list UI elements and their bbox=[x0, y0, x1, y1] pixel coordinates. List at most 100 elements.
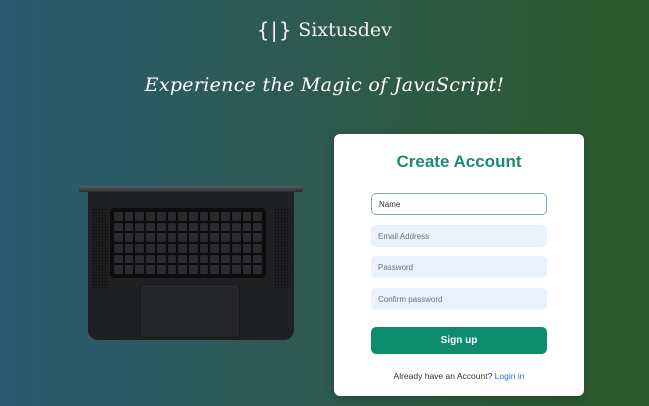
keyboard-key bbox=[189, 233, 198, 242]
keyboard-key bbox=[124, 212, 134, 221]
keyboard-key bbox=[231, 233, 241, 242]
keyboard-key bbox=[156, 212, 166, 221]
keyboard-key bbox=[189, 244, 198, 253]
keyboard-key bbox=[253, 222, 262, 232]
laptop-body bbox=[88, 192, 294, 340]
form-title: Create Account bbox=[396, 152, 522, 171]
keyboard-key bbox=[124, 254, 134, 264]
keyboard-key bbox=[199, 244, 209, 253]
keyboard-key bbox=[231, 265, 241, 274]
keyboard-key bbox=[199, 254, 209, 264]
keyboard-key bbox=[167, 265, 177, 274]
keyboard-key bbox=[114, 254, 123, 264]
keyboard-key bbox=[178, 212, 187, 221]
keyboard-key bbox=[221, 254, 230, 264]
keyboard-key bbox=[146, 265, 155, 274]
signup-card: Create Account Sign up Already have an A… bbox=[334, 134, 584, 396]
keyboard-key bbox=[146, 244, 155, 253]
brand-header: {|} Sixtusdev bbox=[0, 18, 649, 42]
keyboard-key bbox=[114, 212, 123, 221]
keyboard-key bbox=[242, 233, 252, 242]
email-field[interactable] bbox=[371, 225, 547, 247]
keyboard-key bbox=[189, 254, 198, 264]
signup-button[interactable]: Sign up bbox=[371, 327, 547, 354]
keyboard-key bbox=[199, 265, 209, 274]
login-prompt: Already have an Account? bbox=[393, 371, 493, 381]
keyboard-key bbox=[124, 244, 134, 253]
keyboard-key bbox=[135, 233, 145, 242]
keyboard-key bbox=[124, 222, 134, 232]
keyboard-key bbox=[114, 265, 123, 274]
keyboard-key bbox=[124, 265, 134, 274]
laptop-image bbox=[79, 186, 303, 342]
keyboard-key bbox=[231, 254, 241, 264]
keyboard-key bbox=[210, 244, 220, 253]
keyboard-key bbox=[199, 222, 209, 232]
keyboard-key bbox=[231, 244, 241, 253]
keyboard-key bbox=[135, 212, 145, 221]
keyboard-key bbox=[156, 222, 166, 232]
keyboard-key bbox=[242, 254, 252, 264]
keyboard-key bbox=[167, 233, 177, 242]
keyboard-key bbox=[135, 254, 145, 264]
keyboard-key bbox=[189, 212, 198, 221]
keyboard-key bbox=[156, 244, 166, 253]
code-braces-icon: {|} bbox=[257, 18, 291, 42]
keyboard-key bbox=[242, 244, 252, 253]
keyboard-key bbox=[199, 212, 209, 221]
keyboard-key bbox=[146, 212, 155, 221]
keyboard-key bbox=[167, 212, 177, 221]
keyboard-key bbox=[253, 233, 262, 242]
keyboard-key bbox=[210, 233, 220, 242]
keyboard-key bbox=[178, 244, 187, 253]
keyboard-key bbox=[114, 222, 123, 232]
keyboard-key bbox=[178, 254, 187, 264]
password-field[interactable] bbox=[371, 256, 547, 278]
keyboard-key bbox=[178, 233, 187, 242]
laptop-trackpad bbox=[140, 284, 240, 338]
keyboard-key bbox=[221, 222, 230, 232]
keyboard-key bbox=[146, 233, 155, 242]
name-field[interactable] bbox=[371, 193, 547, 215]
keyboard-key bbox=[253, 265, 262, 274]
laptop-speaker-right bbox=[274, 208, 290, 288]
keyboard-key bbox=[189, 265, 198, 274]
keyboard-key bbox=[156, 254, 166, 264]
keyboard-key bbox=[146, 222, 155, 232]
keyboard-key bbox=[210, 254, 220, 264]
confirm-password-field[interactable] bbox=[371, 288, 547, 310]
keyboard-key bbox=[146, 254, 155, 264]
keyboard-key bbox=[114, 244, 123, 253]
hero-tagline: Experience the Magic of JavaScript! bbox=[144, 74, 505, 96]
keyboard-key bbox=[221, 244, 230, 253]
keyboard-key bbox=[156, 233, 166, 242]
laptop-speaker-left bbox=[92, 208, 108, 288]
keyboard-key bbox=[189, 222, 198, 232]
keyboard-key bbox=[242, 265, 252, 274]
keyboard-key bbox=[167, 254, 177, 264]
keyboard-key bbox=[167, 244, 177, 253]
brand-name: Sixtusdev bbox=[298, 19, 392, 41]
keyboard-key bbox=[178, 265, 187, 274]
keyboard-key bbox=[199, 233, 209, 242]
keyboard-key bbox=[135, 222, 145, 232]
keyboard-key bbox=[221, 265, 230, 274]
login-prompt-line: Already have an Account? Login in bbox=[334, 371, 584, 381]
login-link[interactable]: Login in bbox=[495, 371, 525, 381]
keyboard-key bbox=[210, 212, 220, 221]
keyboard-key bbox=[231, 212, 241, 221]
keyboard-key bbox=[114, 233, 123, 242]
keyboard-key bbox=[221, 212, 230, 221]
keyboard-key bbox=[135, 265, 145, 274]
keyboard-key bbox=[253, 212, 262, 221]
keyboard-key bbox=[178, 222, 187, 232]
keyboard-key bbox=[124, 233, 134, 242]
keyboard-key bbox=[242, 222, 252, 232]
keyboard-key bbox=[156, 265, 166, 274]
keyboard-key bbox=[135, 244, 145, 253]
keyboard-key bbox=[221, 233, 230, 242]
laptop-keyboard bbox=[110, 208, 266, 278]
keyboard-key bbox=[253, 244, 262, 253]
keyboard-key bbox=[210, 222, 220, 232]
keyboard-key bbox=[253, 254, 262, 264]
